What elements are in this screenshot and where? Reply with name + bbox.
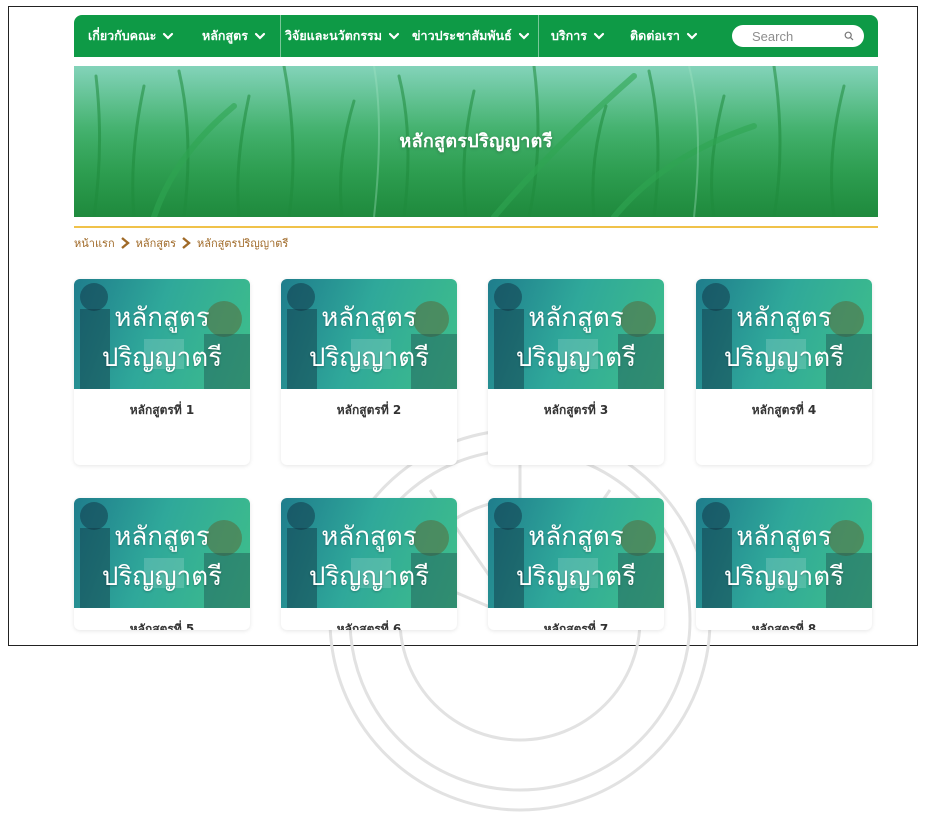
card-title: หลักสูตรที่ 5 bbox=[129, 622, 195, 630]
nav-item-services[interactable]: บริการ bbox=[538, 15, 630, 57]
chevron-down-icon bbox=[388, 32, 400, 40]
nav-item-label: ข่าวประชาสัมพันธ์ bbox=[412, 28, 512, 43]
breadcrumb: หน้าแรก หลักสูตร หลักสูตรปริญญาตรี bbox=[74, 234, 288, 252]
thumb-text-line2: ปริญญาตรี bbox=[308, 562, 430, 592]
accent-divider bbox=[74, 226, 878, 228]
breadcrumb-current: หลักสูตรปริญญาตรี bbox=[197, 237, 289, 250]
nav-item-label: บริการ bbox=[551, 28, 587, 43]
nav-item-label: หลักสูตร bbox=[202, 28, 248, 43]
thumb-text-line2: ปริญญาตรี bbox=[723, 343, 845, 373]
curriculum-card[interactable]: หลักสูตร ปริญญาตรี หลักสูตรที่ 8 bbox=[696, 498, 872, 630]
nav-item-news[interactable]: ข่าวประชาสัมพันธ์ bbox=[412, 15, 538, 57]
card-thumbnail: หลักสูตร ปริญญาตรี bbox=[74, 498, 250, 608]
card-title: หลักสูตรที่ 7 bbox=[543, 622, 609, 630]
nav-item-contact[interactable]: ติดต่อเรา bbox=[630, 15, 720, 57]
thumb-text-line2: ปริญญาตรี bbox=[515, 343, 637, 373]
breadcrumb-home[interactable]: หน้าแรก bbox=[74, 234, 115, 252]
thumb-text-line1: หลักสูตร bbox=[528, 522, 624, 552]
thumb-text-line2: ปริญญาตรี bbox=[101, 562, 223, 592]
card-thumbnail: หลักสูตร ปริญญาตรี bbox=[281, 279, 457, 389]
main-nav: เกี่ยวกับคณะ หลักสูตร วิจัยและนวัตกรรม ข… bbox=[74, 15, 878, 57]
curriculum-card[interactable]: หลักสูตร ปริญญาตรี หลักสูตรที่ 2 bbox=[281, 279, 457, 465]
chevron-right-icon bbox=[120, 237, 130, 249]
card-title: หลักสูตรที่ 1 bbox=[129, 403, 195, 417]
search-input[interactable] bbox=[752, 28, 842, 44]
thumb-text-line1: หลักสูตร bbox=[114, 522, 210, 552]
card-thumbnail: หลักสูตร ปริญญาตรี bbox=[696, 498, 872, 608]
search-icon[interactable] bbox=[844, 31, 854, 41]
card-thumbnail: หลักสูตร ปริญญาตรี bbox=[488, 279, 664, 389]
card-title: หลักสูตรที่ 8 bbox=[751, 622, 817, 630]
thumb-text-line2: ปริญญาตรี bbox=[308, 343, 430, 373]
thumb-text-line1: หลักสูตร bbox=[321, 303, 417, 333]
card-thumbnail: หลักสูตร ปริญญาตรี bbox=[74, 279, 250, 389]
card-title: หลักสูตรที่ 4 bbox=[751, 403, 817, 417]
thumb-text-line2: ปริญญาตรี bbox=[723, 562, 845, 592]
page-title: หลักสูตรปริญญาตรี bbox=[399, 131, 553, 152]
hero-banner: หลักสูตรปริญญาตรี bbox=[74, 66, 878, 217]
card-title: หลักสูตรที่ 6 bbox=[336, 622, 402, 630]
nav-item-research[interactable]: วิจัยและนวัตกรรม bbox=[280, 15, 412, 57]
card-title: หลักสูตรที่ 3 bbox=[543, 403, 609, 417]
card-thumbnail: หลักสูตร ปริญญาตรี bbox=[488, 498, 664, 608]
card-title: หลักสูตรที่ 2 bbox=[336, 403, 402, 417]
thumb-text-line1: หลักสูตร bbox=[528, 303, 624, 333]
nav-item-curriculum[interactable]: หลักสูตร bbox=[202, 15, 280, 57]
nav-item-label: เกี่ยวกับคณะ bbox=[88, 28, 157, 43]
nav-item-label: ติดต่อเรา bbox=[630, 28, 680, 43]
curriculum-card[interactable]: หลักสูตร ปริญญาตรี หลักสูตรที่ 5 bbox=[74, 498, 250, 630]
nav-item-label: วิจัยและนวัตกรรม bbox=[285, 28, 383, 43]
curriculum-card[interactable]: หลักสูตร ปริญญาตรี หลักสูตรที่ 3 bbox=[488, 279, 664, 465]
curriculum-card[interactable]: หลักสูตร ปริญญาตรี หลักสูตรที่ 4 bbox=[696, 279, 872, 465]
chevron-down-icon bbox=[518, 32, 529, 40]
chevron-down-icon bbox=[163, 32, 174, 40]
curriculum-card[interactable]: หลักสูตร ปริญญาตรี หลักสูตรที่ 1 bbox=[74, 279, 250, 465]
thumb-text-line1: หลักสูตร bbox=[736, 303, 832, 333]
thumb-text-line2: ปริญญาตรี bbox=[515, 562, 637, 592]
thumb-text-line2: ปริญญาตรี bbox=[101, 343, 223, 373]
curriculum-card[interactable]: หลักสูตร ปริญญาตรี หลักสูตรที่ 6 bbox=[281, 498, 457, 630]
search-box bbox=[732, 25, 864, 47]
chevron-right-icon bbox=[182, 237, 191, 249]
chevron-down-icon bbox=[593, 32, 605, 40]
chevron-down-icon bbox=[254, 32, 266, 40]
thumb-text-line1: หลักสูตร bbox=[736, 522, 832, 552]
nav-item-about[interactable]: เกี่ยวกับคณะ bbox=[88, 15, 202, 57]
card-thumbnail: หลักสูตร ปริญญาตรี bbox=[281, 498, 457, 608]
card-thumbnail: หลักสูตร ปริญญาตรี bbox=[696, 279, 872, 389]
thumb-text-line1: หลักสูตร bbox=[321, 522, 417, 552]
thumb-text-line1: หลักสูตร bbox=[114, 303, 210, 333]
breadcrumb-curriculum[interactable]: หลักสูตร bbox=[136, 234, 176, 252]
curriculum-card[interactable]: หลักสูตร ปริญญาตรี หลักสูตรที่ 7 bbox=[488, 498, 664, 630]
chevron-down-icon bbox=[686, 32, 697, 40]
